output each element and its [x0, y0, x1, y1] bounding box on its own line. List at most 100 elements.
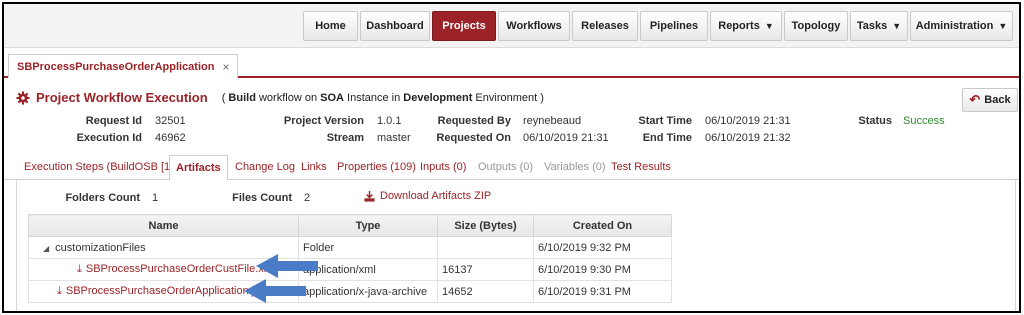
requested-on-value: 06/10/2019 21:31 [523, 132, 609, 144]
nav-topology[interactable]: Topology [784, 11, 848, 41]
collapse-triangle-icon[interactable]: ◢ [43, 244, 49, 253]
nav-label: Administration [915, 20, 994, 32]
size-cell: 16137 [437, 258, 534, 281]
nav-pipelines[interactable]: Pipelines [640, 11, 708, 41]
download-icon [364, 190, 375, 202]
col-type[interactable]: Type [298, 214, 438, 237]
nav-label: Releases [581, 20, 629, 32]
file-link[interactable]: SBProcessPurchaseOrderApplication.jar [66, 285, 264, 297]
end-time-label: End Time [642, 132, 692, 144]
size-cell: 14652 [437, 280, 534, 303]
doc-tab-project[interactable]: SBProcessPurchaseOrderApplication × [8, 54, 239, 78]
execution-id-label: Execution Id [76, 132, 142, 144]
nav-administration[interactable]: Administration ▼ [910, 11, 1013, 41]
type-cell: Folder [298, 236, 438, 259]
folders-count-value: 1 [152, 192, 159, 204]
created-cell: 6/10/2019 9:30 PM [533, 258, 672, 281]
tab-variables[interactable]: Variables (0) [544, 161, 606, 173]
type-cell: application/x-java-archive [298, 280, 438, 303]
stream-label: Stream [326, 132, 364, 144]
request-id-value: 32501 [155, 115, 186, 127]
nav-label: Tasks [856, 20, 888, 32]
gear-icon [16, 90, 30, 105]
files-count-label: Files Count [232, 192, 292, 204]
chevron-down-icon: ▼ [998, 21, 1008, 31]
nav-label: Reports [718, 20, 760, 32]
execution-id-value: 46962 [155, 132, 186, 144]
nav-home[interactable]: Home [303, 11, 358, 41]
nav-tasks[interactable]: Tasks ▼ [850, 11, 908, 41]
project-version-value: 1.0.1 [377, 115, 402, 127]
start-time-value: 06/10/2019 21:31 [705, 115, 791, 127]
nav-label: Pipelines [649, 20, 699, 32]
requested-by-value: reynebeaud [523, 115, 582, 127]
page-header: Project Workflow Execution ( Build workf… [16, 90, 544, 105]
tab-execution-steps[interactable]: Execution Steps (BuildOSB [1.2]) [24, 161, 186, 173]
back-arrow-icon: ↶ [969, 92, 981, 107]
nav-workflows[interactable]: Workflows [498, 11, 570, 41]
col-name[interactable]: Name [28, 214, 299, 237]
download-icon[interactable]: ⤓ [77, 263, 82, 275]
nav-label: Topology [791, 20, 841, 32]
nav-label: Projects [442, 20, 486, 32]
doc-tab-label: SBProcessPurchaseOrderApplication [17, 60, 215, 73]
close-icon[interactable]: × [222, 60, 229, 74]
back-label: Back [984, 94, 1011, 106]
download-label: Download Artifacts ZIP [380, 190, 492, 202]
tab-properties[interactable]: Properties (109) [337, 161, 416, 173]
document-tabs: SBProcessPurchaseOrderApplication × [4, 48, 1019, 78]
start-time-label: Start Time [638, 115, 692, 127]
nav-dashboard[interactable]: Dashboard [360, 11, 430, 41]
sub-bold: Development [403, 91, 473, 104]
sub-text: Environment ) [472, 91, 544, 104]
tab-outputs[interactable]: Outputs (0) [478, 161, 533, 173]
nav-projects[interactable]: Projects [432, 11, 496, 41]
tab-inputs[interactable]: Inputs (0) [420, 161, 466, 173]
file-link[interactable]: SBProcessPurchaseOrderCustFile.xml [86, 263, 276, 275]
files-count-value: 2 [304, 192, 311, 204]
folders-count-label: Folders Count [65, 192, 140, 204]
requested-by-label: Requested By [437, 115, 511, 127]
chevron-down-icon: ▼ [892, 21, 902, 31]
request-id-label: Request Id [85, 115, 142, 127]
download-artifacts-link[interactable]: Download Artifacts ZIP [364, 190, 491, 202]
top-nav: Home Dashboard Projects Workflows Releas… [4, 4, 1019, 48]
status-label: Status [858, 115, 892, 127]
created-cell: 6/10/2019 9:31 PM [533, 280, 672, 303]
tab-change-log[interactable]: Change Log [235, 161, 295, 173]
tab-links[interactable]: Links [301, 161, 327, 173]
blue-arrow-icon [256, 254, 318, 278]
sub-bold: Build [228, 91, 256, 104]
sub-text: Instance in [343, 91, 404, 104]
folder-name: customizationFiles [55, 241, 146, 254]
page-title: Project Workflow Execution [36, 90, 208, 105]
back-button[interactable]: ↶ Back [962, 88, 1018, 112]
execution-tabs: Execution Steps (BuildOSB [1.2]) Artifac… [4, 154, 1019, 181]
nav-label: Workflows [506, 20, 562, 32]
type-cell: application/xml [298, 258, 438, 281]
tab-test-results[interactable]: Test Results [611, 161, 671, 173]
col-created[interactable]: Created On [533, 214, 672, 237]
nav-releases[interactable]: Releases [572, 11, 638, 41]
project-version-label: Project Version [283, 115, 364, 127]
artifacts-table: Name Type Size (Bytes) Created On ◢ custo… [28, 214, 672, 303]
table-row[interactable]: ◢ customizationFiles Folder 6/10/2019 9:3… [28, 236, 672, 259]
requested-on-label: Requested On [436, 132, 511, 144]
nav-label: Home [315, 20, 346, 32]
table-row[interactable]: ⤓ SBProcessPurchaseOrderApplication.jar a… [28, 280, 672, 303]
nav-reports[interactable]: Reports ▼ [710, 11, 782, 41]
sub-text: workflow on [255, 91, 321, 104]
page-subtitle: ( Build workflow on SOA Instance in Deve… [222, 92, 544, 104]
nav-label: Dashboard [366, 20, 424, 32]
table-row[interactable]: ⤓ SBProcessPurchaseOrderCustFile.xml appl… [28, 258, 672, 281]
col-size[interactable]: Size (Bytes) [437, 214, 534, 237]
tab-artifacts[interactable]: Artifacts [169, 155, 228, 181]
end-time-value: 06/10/2019 21:32 [705, 132, 791, 144]
status-value: Success [903, 115, 945, 127]
blue-arrow-icon [244, 279, 306, 303]
app-frame: Home Dashboard Projects Workflows Releas… [2, 2, 1021, 313]
size-cell [437, 236, 534, 259]
chevron-down-icon: ▼ [764, 21, 774, 31]
created-cell: 6/10/2019 9:32 PM [533, 236, 672, 259]
download-icon[interactable]: ⤓ [57, 285, 62, 297]
